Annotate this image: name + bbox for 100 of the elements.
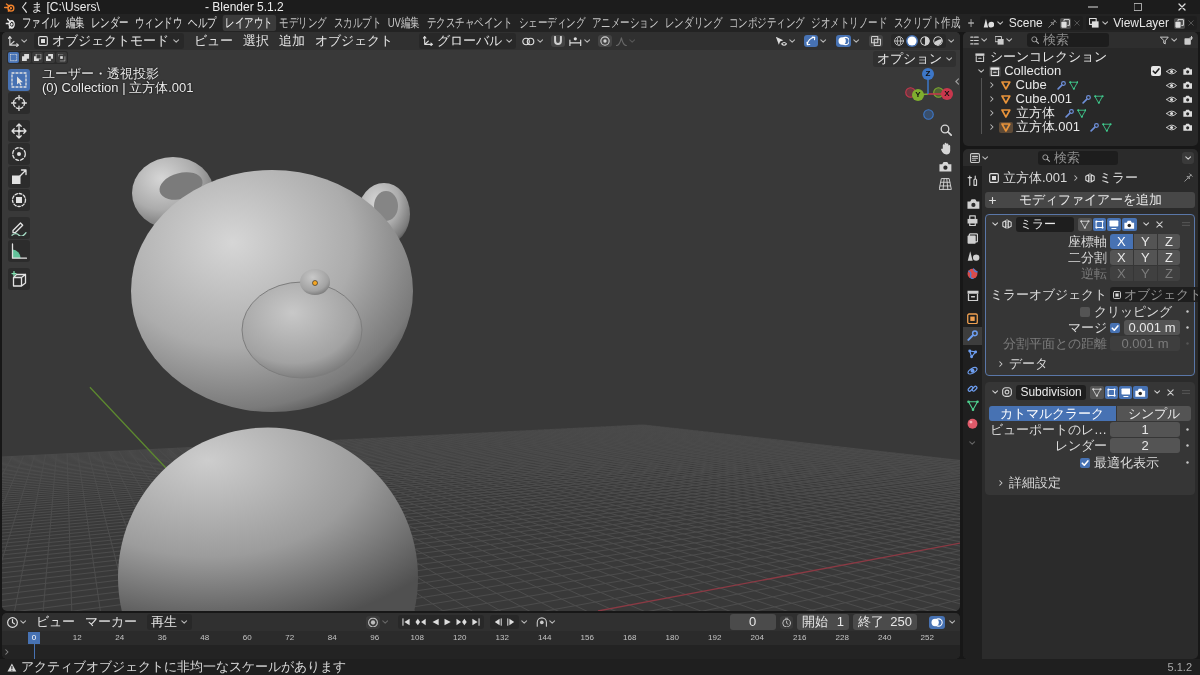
rotate-icon[interactable] xyxy=(8,143,30,165)
workspace-tab[interactable]: レンダリング xyxy=(662,15,725,31)
workspace-tab[interactable]: アニメーション xyxy=(588,15,662,31)
overlapping-squares-icon[interactable] xyxy=(868,35,883,47)
segment-button[interactable]: シンプル xyxy=(1116,406,1191,421)
eye-icon[interactable] xyxy=(1166,67,1178,75)
eye-icon[interactable] xyxy=(1166,81,1178,89)
chevron-down-icon[interactable] xyxy=(1181,151,1194,164)
blender-logo-icon[interactable] xyxy=(5,17,16,29)
vertex-square-icon[interactable] xyxy=(1093,217,1107,231)
axis-toggle-button[interactable]: X xyxy=(1110,250,1133,265)
stacked-squares-icon[interactable] xyxy=(1088,18,1099,28)
menu-item[interactable]: ビュー xyxy=(189,33,237,49)
linked-circles-icon[interactable] xyxy=(522,36,535,46)
record-icon[interactable] xyxy=(365,615,380,629)
chevron-down-icon[interactable] xyxy=(997,21,1004,25)
subpanel-toggle[interactable]: データ xyxy=(989,356,1191,371)
camera-icon[interactable] xyxy=(1182,95,1192,103)
menu-item[interactable]: 編集 xyxy=(62,15,88,31)
outliner-item[interactable]: Cube.001 xyxy=(1015,92,1072,106)
menu-item[interactable]: レンダー xyxy=(87,15,132,31)
difference-squares-icon[interactable] xyxy=(44,52,55,63)
hand-icon[interactable] xyxy=(940,142,952,155)
maximize-icon[interactable] xyxy=(1134,3,1142,11)
funnel-icon[interactable] xyxy=(1159,35,1169,45)
grid-icon[interactable] xyxy=(939,178,952,190)
checkbox[interactable] xyxy=(1151,66,1162,76)
monitor-icon[interactable] xyxy=(1107,217,1121,231)
outliner-item[interactable]: 立方体.001 xyxy=(1015,120,1080,134)
play-icon[interactable] xyxy=(443,618,451,626)
chevron-down-icon[interactable] xyxy=(853,39,860,43)
curved-arrow-icon[interactable] xyxy=(804,35,819,47)
stopwatch-icon[interactable] xyxy=(779,615,793,629)
vertex-square-icon[interactable] xyxy=(1104,385,1118,399)
triangle-icon[interactable] xyxy=(998,121,1013,133)
pin-icon[interactable] xyxy=(1047,18,1057,28)
options-dropdown[interactable]: オプション xyxy=(872,51,956,67)
workspace-tab[interactable]: モデリング xyxy=(276,15,330,31)
wrench-icon[interactable] xyxy=(1064,108,1074,118)
intersect-squares-icon[interactable] xyxy=(56,52,67,63)
workspace-tab[interactable]: テクスチャペイント xyxy=(423,15,515,31)
subtract-squares-icon[interactable] xyxy=(32,52,43,63)
chevron-down-icon[interactable] xyxy=(549,620,556,624)
menu-item[interactable]: ウィンドウ xyxy=(131,15,186,31)
pointer-eye-icon[interactable] xyxy=(775,36,787,46)
dot-icon[interactable] xyxy=(1185,461,1189,464)
wrench-icon[interactable] xyxy=(1089,122,1099,132)
playhead[interactable]: 0 xyxy=(28,632,40,659)
number-field[interactable]: 0.001 m xyxy=(1124,320,1180,335)
vertex-triangle-icon[interactable] xyxy=(1093,94,1104,104)
chevron-down-icon[interactable] xyxy=(20,620,27,624)
chevron-down-icon[interactable] xyxy=(583,39,591,43)
axis-toggle-button[interactable]: Y xyxy=(1133,234,1157,249)
outliner-item[interactable]: 立方体 xyxy=(1015,106,1055,120)
jump-to-start-icon[interactable] xyxy=(402,618,411,626)
select-box-icon[interactable] xyxy=(8,69,30,91)
axis-dot-icon[interactable] xyxy=(922,108,934,120)
camera-icon[interactable] xyxy=(1133,385,1148,399)
view-layer-name[interactable]: ViewLayer xyxy=(1111,16,1171,30)
number-field[interactable]: 1 xyxy=(1110,422,1180,437)
outliner-item[interactable]: Collection xyxy=(1004,64,1062,78)
zoom-icon[interactable] xyxy=(939,124,952,136)
menu-item[interactable]: ビュー xyxy=(32,614,80,630)
dot-icon[interactable] xyxy=(1185,310,1189,313)
chevron-down-icon[interactable] xyxy=(536,39,544,43)
playback-dropdown[interactable]: 再生 xyxy=(147,614,192,630)
dot-icon[interactable] xyxy=(1185,326,1189,329)
vertex-triangle-icon[interactable] xyxy=(1076,108,1087,118)
step-forward-icon[interactable] xyxy=(507,618,516,626)
name-field[interactable]: Subdivision xyxy=(1016,384,1086,400)
crosshair-circle-icon[interactable] xyxy=(8,92,30,114)
half-filled-sphere-icon[interactable] xyxy=(918,35,931,47)
checkbox-label[interactable]: 最適化表示 xyxy=(1094,455,1159,470)
camera-icon[interactable] xyxy=(939,161,952,172)
vertex-triangle-icon[interactable] xyxy=(1101,122,1112,132)
wrench-icon[interactable] xyxy=(963,327,982,345)
chevron-down-icon[interactable] xyxy=(1006,38,1013,42)
chevron-down-icon[interactable] xyxy=(1170,38,1177,42)
step-back-icon[interactable] xyxy=(494,618,503,626)
axis-toggle-button[interactable]: Z xyxy=(1157,234,1180,249)
chevron-left-icon[interactable] xyxy=(954,78,959,85)
next-keyframe-icon[interactable] xyxy=(455,618,468,626)
shaded-sphere-icon[interactable] xyxy=(931,35,944,47)
dashed-square-icon[interactable] xyxy=(8,52,19,63)
axis-handle[interactable]: Y xyxy=(912,89,924,101)
eye-icon[interactable] xyxy=(1166,95,1178,103)
vertex-triangle-icon[interactable] xyxy=(1089,385,1104,399)
wireframe-sphere-icon[interactable] xyxy=(892,35,905,47)
chevron-down-icon[interactable] xyxy=(978,69,985,73)
workspace-tab[interactable]: シェーディング xyxy=(515,15,589,31)
chevron-right-icon[interactable] xyxy=(990,96,994,102)
scale-icon[interactable] xyxy=(8,166,30,188)
clock-icon[interactable] xyxy=(7,616,18,628)
monitor-icon[interactable] xyxy=(1118,385,1133,399)
copy-icon[interactable] xyxy=(1059,17,1071,29)
chevron-down-icon[interactable] xyxy=(981,38,988,42)
frame-range-field[interactable]: 終了 250 xyxy=(852,614,917,630)
axis-handle[interactable]: Z xyxy=(922,68,934,80)
transform-icon[interactable] xyxy=(8,189,30,211)
chevron-down-icon[interactable] xyxy=(1101,21,1109,25)
